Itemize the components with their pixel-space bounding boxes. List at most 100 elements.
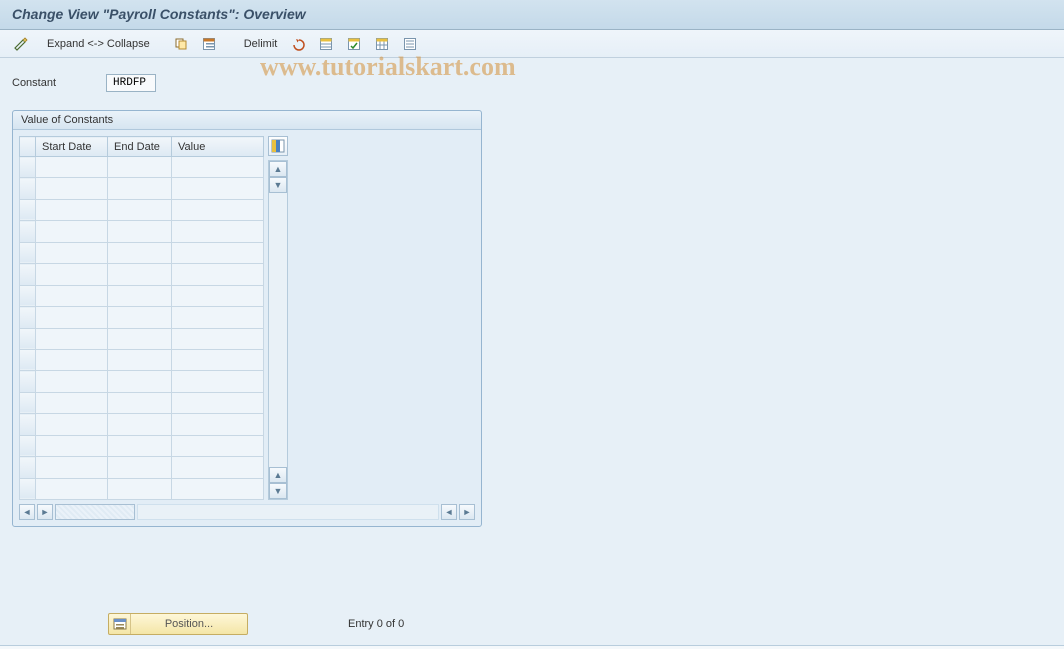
table-settings-button[interactable] [268, 136, 288, 156]
table-cell[interactable] [108, 328, 172, 349]
scroll-up-step-button[interactable]: ▲ [269, 467, 287, 483]
table-cell[interactable] [36, 242, 108, 263]
table-cell[interactable] [36, 328, 108, 349]
table-cell[interactable] [108, 457, 172, 478]
table-cell[interactable] [36, 157, 108, 178]
table-view-2-button[interactable] [342, 34, 366, 54]
table-cell[interactable] [36, 435, 108, 456]
table-cell[interactable] [172, 178, 264, 199]
position-button[interactable]: Position... [108, 613, 248, 635]
table-cell[interactable] [172, 371, 264, 392]
table-view-3-button[interactable] [370, 34, 394, 54]
table-row[interactable] [20, 178, 264, 199]
table-cell[interactable] [108, 199, 172, 220]
table-cell[interactable] [172, 349, 264, 370]
row-selector[interactable] [20, 307, 36, 328]
table-cell[interactable] [108, 392, 172, 413]
table-cell[interactable] [36, 349, 108, 370]
table-cell[interactable] [172, 435, 264, 456]
table-cell[interactable] [36, 178, 108, 199]
table-cell[interactable] [108, 242, 172, 263]
row-selector[interactable] [20, 371, 36, 392]
toggle-display-change-button[interactable] [8, 34, 34, 54]
table-cell[interactable] [172, 392, 264, 413]
delimit-button[interactable]: Delimit [235, 34, 283, 54]
table-cell[interactable] [108, 414, 172, 435]
table-cell[interactable] [36, 264, 108, 285]
scroll-up-button[interactable]: ▲ [269, 161, 287, 177]
table-cell[interactable] [108, 264, 172, 285]
row-selector[interactable] [20, 157, 36, 178]
table-row[interactable] [20, 199, 264, 220]
table-cell[interactable] [108, 349, 172, 370]
table-row[interactable] [20, 478, 264, 499]
row-selector[interactable] [20, 457, 36, 478]
column-end-date[interactable]: End Date [108, 137, 172, 157]
row-selector[interactable] [20, 414, 36, 435]
table-view-4-button[interactable] [398, 34, 422, 54]
table-row[interactable] [20, 307, 264, 328]
table-cell[interactable] [108, 157, 172, 178]
row-selector[interactable] [20, 328, 36, 349]
table-cell[interactable] [172, 221, 264, 242]
table-row[interactable] [20, 157, 264, 178]
row-selector[interactable] [20, 178, 36, 199]
table-row[interactable] [20, 285, 264, 306]
table-cell[interactable] [36, 392, 108, 413]
table-cell[interactable] [36, 457, 108, 478]
table-cell[interactable] [108, 221, 172, 242]
table-cell[interactable] [108, 371, 172, 392]
row-selector[interactable] [20, 435, 36, 456]
scroll-left-step-button[interactable]: ◄ [441, 504, 457, 520]
table-view-1-button[interactable] [314, 34, 338, 54]
table-cell[interactable] [108, 285, 172, 306]
scroll-right-button[interactable]: ► [459, 504, 475, 520]
row-selector[interactable] [20, 349, 36, 370]
copy-button[interactable] [169, 34, 193, 54]
row-selector[interactable] [20, 392, 36, 413]
table-cell[interactable] [36, 414, 108, 435]
table-cell[interactable] [172, 307, 264, 328]
row-selector[interactable] [20, 478, 36, 499]
row-selector[interactable] [20, 285, 36, 306]
row-selector[interactable] [20, 221, 36, 242]
table-row[interactable] [20, 328, 264, 349]
table-cell[interactable] [36, 371, 108, 392]
table-row[interactable] [20, 264, 264, 285]
table-cell[interactable] [172, 457, 264, 478]
table-cell[interactable] [172, 199, 264, 220]
table-row[interactable] [20, 349, 264, 370]
table-cell[interactable] [172, 328, 264, 349]
table-row[interactable] [20, 414, 264, 435]
table-cell[interactable] [108, 178, 172, 199]
table-cell[interactable] [172, 414, 264, 435]
table-cell[interactable] [36, 199, 108, 220]
table-row[interactable] [20, 242, 264, 263]
select-all-button[interactable] [197, 34, 221, 54]
table-cell[interactable] [108, 307, 172, 328]
table-row[interactable] [20, 457, 264, 478]
table-cell[interactable] [36, 221, 108, 242]
table-cell[interactable] [36, 478, 108, 499]
scroll-left-button[interactable]: ◄ [19, 504, 35, 520]
row-selector[interactable] [20, 199, 36, 220]
horizontal-scrollbar[interactable]: ◄ ► ◄ ► [13, 504, 481, 526]
undo-button[interactable] [286, 34, 310, 54]
table-row[interactable] [20, 435, 264, 456]
scroll-down-step-button[interactable]: ▼ [269, 177, 287, 193]
table-cell[interactable] [108, 478, 172, 499]
selector-header[interactable] [20, 137, 36, 157]
vertical-scrollbar[interactable]: ▲ ▼ ▲ ▼ [268, 160, 288, 500]
table-cell[interactable] [172, 478, 264, 499]
expand-collapse-button[interactable]: Expand <-> Collapse [38, 34, 155, 54]
table-cell[interactable] [172, 242, 264, 263]
table-cell[interactable] [172, 264, 264, 285]
horizontal-scroll-thumb[interactable] [55, 504, 135, 520]
table-cell[interactable] [108, 435, 172, 456]
column-start-date[interactable]: Start Date [36, 137, 108, 157]
column-value[interactable]: Value [172, 137, 264, 157]
table-cell[interactable] [172, 285, 264, 306]
row-selector[interactable] [20, 242, 36, 263]
scroll-down-button[interactable]: ▼ [269, 483, 287, 499]
table-cell[interactable] [36, 307, 108, 328]
